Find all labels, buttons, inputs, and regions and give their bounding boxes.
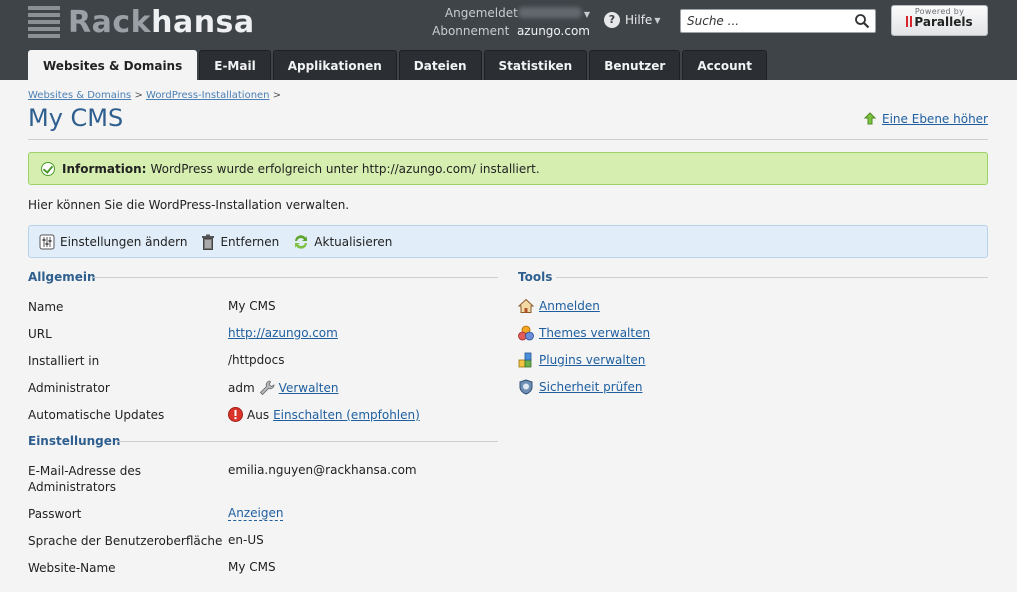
section-general-heading: Allgemein [28,270,96,284]
info-message: Information: WordPress wurde erfolgreich… [28,152,988,185]
help-menu[interactable]: ? Hilfe ▼ [604,12,660,28]
url-label: URL [28,327,52,341]
arrow-up-icon [863,112,877,125]
password-label: Passwort [28,507,82,521]
administrator-label: Administrator [28,381,110,395]
main-tabs: Websites & Domains E-Mail Applikationen … [28,50,767,80]
manage-admin-link[interactable]: Verwalten [279,381,339,395]
divider [93,277,498,278]
search-input[interactable] [687,13,847,29]
administrator-value: adm Verwalten [228,380,339,396]
logo: Rackhansa [28,4,255,40]
chevron-down-icon: ▼ [583,10,590,19]
check-icon [41,161,55,176]
logged-in-row[interactable]: Angemeldet ▼ [380,5,590,23]
help-icon: ? [604,12,620,28]
intro-text: Hier können Sie die WordPress-Installati… [28,198,350,212]
breadcrumb: Websites & Domains > WordPress-Installat… [28,90,282,101]
info-label: Information: [62,161,147,176]
tool-login[interactable]: Anmelden [518,298,600,314]
ui-language-value: en-US [228,533,264,547]
user-info: Angemeldet ▼ Abonnement azungo.com [380,5,590,39]
username-redacted [517,7,582,18]
sliders-icon [39,234,55,249]
tool-security-check[interactable]: Sicherheit prüfen [518,379,642,395]
tab-account[interactable]: Account [682,50,767,80]
divider [116,441,498,442]
name-label: Name [28,300,64,314]
remove-button[interactable]: Entfernen [201,234,279,250]
subscription-value: azungo.com [516,24,590,38]
installed-value: /httpdocs [228,353,285,367]
tab-users[interactable]: Benutzer [589,50,681,80]
tab-statistics[interactable]: Statistiken [483,50,588,80]
update-button[interactable]: Aktualisieren [293,234,392,250]
logo-icon [28,6,60,38]
subscription-row: Abonnement azungo.com [380,23,590,39]
chevron-down-icon: ▼ [654,15,661,25]
tool-themes[interactable]: Themes verwalten [518,325,650,341]
search-box [680,9,876,33]
admin-email-label: E-Mail-Adresse des Administrators [28,464,141,494]
up-level-label[interactable]: Eine Ebene höher [882,112,988,126]
logo-text: Rackhansa [68,4,255,40]
admin-email-value: emilia.nguyen@rackhansa.com [228,463,417,477]
parallels-icon [906,16,913,27]
tab-email[interactable]: E-Mail [199,50,271,80]
wrench-icon [259,380,275,396]
enable-auto-updates-link[interactable]: Einschalten (empfohlen) [273,408,420,422]
divider [28,139,988,140]
breadcrumb-wordpress-installations[interactable]: WordPress-Installationen [146,90,270,101]
warning-icon [228,407,243,422]
parallels-logo: Parallels [892,15,987,29]
page-title: My CMS [28,104,124,132]
section-settings-heading: Einstellungen [28,434,121,448]
info-text: WordPress wurde erfolgreich unter http:/… [150,161,540,176]
tab-files[interactable]: Dateien [398,50,482,80]
installed-label: Installiert in [28,354,100,368]
change-settings-button[interactable]: Einstellungen ändern [39,234,187,250]
themes-icon [518,325,534,341]
refresh-icon [295,234,308,249]
url-value: http://azungo.com [228,326,338,340]
powered-by-parallels[interactable]: Powered by Parallels [891,5,988,36]
auto-updates-value: Aus Einschalten (empfohlen) [228,407,420,422]
tab-websites-domains[interactable]: Websites & Domains [28,50,198,80]
top-header: Rackhansa Angemeldet ▼ Abonnement azungo.… [0,0,1017,80]
trash-icon [202,234,215,250]
password-value: Anzeigen [228,506,284,521]
website-name-value: My CMS [228,560,276,574]
logged-in-label: Angemeldet [444,6,518,20]
home-icon [518,298,534,313]
plugins-icon [518,352,532,368]
section-tools-heading: Tools [518,270,553,284]
help-label: Hilfe [625,13,653,27]
name-value: My CMS [228,299,276,313]
ui-language-label: Sprache der Benutzeroberfläche [28,534,223,548]
shield-icon [519,379,533,395]
tool-plugins[interactable]: Plugins verwalten [518,352,645,368]
website-name-label: Website-Name [28,561,116,575]
action-toolbar: Einstellungen ändern Entfernen Aktualisi… [28,225,988,258]
url-link[interactable]: http://azungo.com [228,326,338,340]
search-icon[interactable] [854,13,870,29]
divider [556,277,988,278]
show-password-link[interactable]: Anzeigen [228,506,284,521]
up-level-link[interactable]: Eine Ebene höher [863,112,988,126]
tab-applications[interactable]: Applikationen [272,50,397,80]
breadcrumb-websites-domains[interactable]: Websites & Domains [28,90,131,101]
auto-updates-label: Automatische Updates [28,408,165,422]
subscription-label: Abonnement [432,24,510,38]
